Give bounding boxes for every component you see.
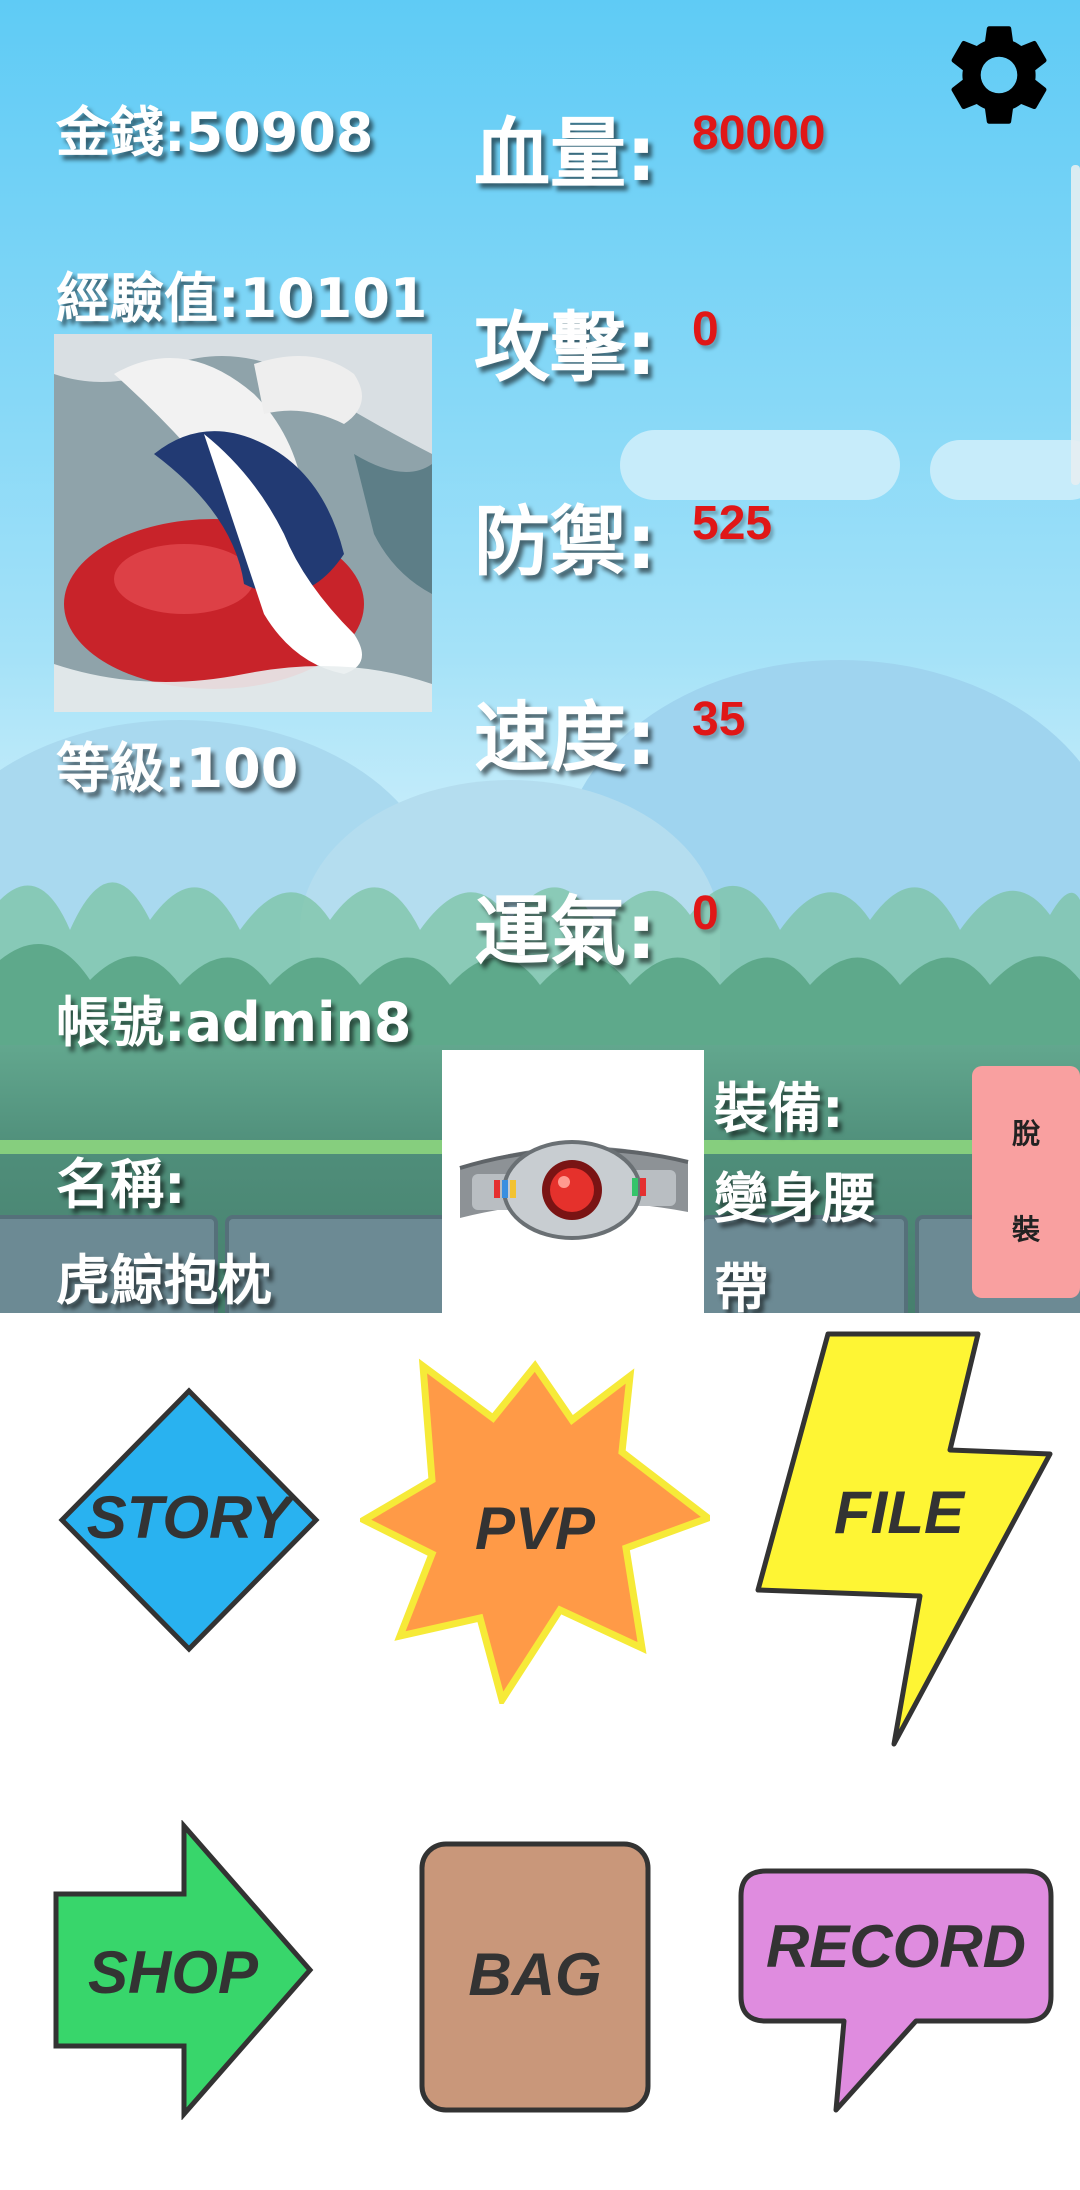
transformation-belt-image	[459, 1140, 689, 1240]
unequip-button[interactable]: 脫 裝	[972, 1066, 1080, 1298]
equipment-name-line1: 變身腰	[714, 1167, 876, 1230]
record-button[interactable]: RECORD	[736, 1866, 1056, 2116]
hp-label: 血量:	[474, 109, 657, 198]
name-label: 名稱:	[56, 1153, 186, 1216]
settings-button[interactable]	[938, 14, 1060, 136]
luck-value: 0	[692, 887, 719, 940]
account-text: 帳號:admin8	[56, 991, 412, 1054]
speed-label: 速度:	[474, 693, 657, 782]
equipment-label: 裝備:	[714, 1077, 844, 1140]
equipment-name-line2: 帶	[714, 1257, 768, 1313]
pvp-label: PVP	[474, 1495, 596, 1562]
level-text: 等級:100	[56, 737, 299, 800]
gear-icon	[951, 26, 1047, 124]
file-label: FILE	[834, 1479, 964, 1546]
scrollbar[interactable]	[1071, 165, 1080, 485]
story-label: STORY	[86, 1484, 292, 1551]
money-text: 金錢:50908	[56, 101, 374, 164]
bag-button[interactable]: BAG	[418, 1840, 652, 2114]
character-avatar	[54, 334, 432, 712]
story-button[interactable]: STORY	[56, 1385, 322, 1655]
luck-label: 運氣:	[474, 887, 657, 976]
attack-value: 0	[692, 303, 719, 356]
shop-label: SHOP	[87, 1939, 259, 2006]
defense-value: 525	[692, 497, 773, 550]
defense-label: 防禦:	[474, 497, 657, 586]
shop-button[interactable]: SHOP	[52, 1820, 314, 2120]
record-label: RECORD	[765, 1913, 1026, 1980]
equipment-image	[442, 1050, 704, 1313]
name-value: 虎鯨抱枕	[56, 1249, 272, 1312]
speed-value: 35	[692, 693, 746, 746]
orca-pillow-image	[54, 334, 432, 712]
hp-value: 80000	[692, 107, 826, 160]
attack-label: 攻擊:	[474, 303, 657, 392]
speech-bubble-shape	[738, 1868, 1054, 2113]
file-button[interactable]: FILE	[752, 1328, 1058, 1748]
unequip-char-2: 裝	[1011, 1213, 1040, 1246]
character-status-panel: 金錢:50908 經驗值:10101 等級:100 帳號:admin8 名稱: …	[0, 0, 1080, 1313]
experience-text: 經驗值:10101	[56, 267, 428, 330]
pvp-button[interactable]: PVP	[360, 1348, 710, 1704]
unequip-char-1: 脫	[1011, 1117, 1040, 1150]
bag-label: BAG	[468, 1941, 602, 2008]
